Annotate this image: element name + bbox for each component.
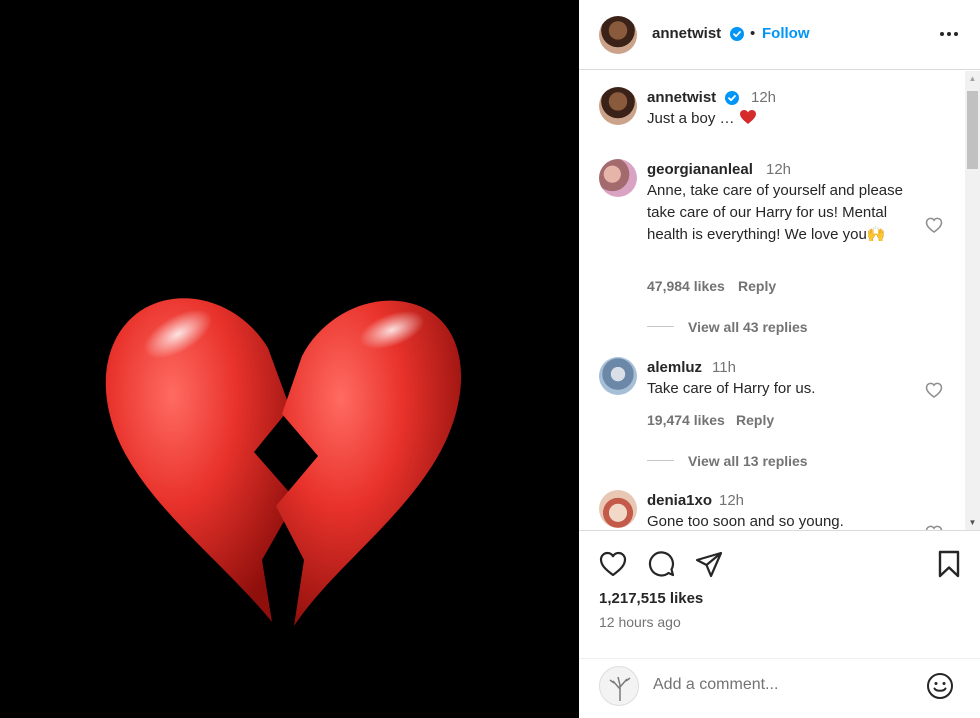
view-replies-button[interactable]: View all 43 replies (688, 319, 808, 335)
current-user-avatar (599, 666, 639, 706)
heart-outline-icon[interactable] (598, 549, 628, 579)
comments-list[interactable]: annetwist 12h Just a boy … georgiananlea… (579, 71, 965, 530)
red-heart-emoji (739, 110, 756, 124)
verified-badge-icon (725, 91, 739, 105)
scrollbar-thumb[interactable] (967, 91, 978, 169)
post-timestamp[interactable]: 12 hours ago (599, 614, 681, 630)
tree-sketch-icon (609, 676, 631, 701)
post-media[interactable] (0, 0, 579, 718)
separator-dot: • (750, 25, 756, 42)
caption-time[interactable]: 12h (751, 89, 776, 106)
comment-text: Anne, take care of yourself and please t… (647, 182, 903, 243)
avatar[interactable] (599, 16, 637, 54)
comment-username[interactable]: denia1xo (647, 492, 712, 509)
add-comment-bar (579, 658, 980, 718)
add-comment-input[interactable] (653, 676, 913, 694)
post-actions: 1,217,515 likes 12 hours ago (579, 530, 980, 658)
verified-badge-icon (730, 27, 744, 41)
smiley-face-icon[interactable] (925, 671, 955, 701)
caption-text: Just a boy … (647, 108, 757, 130)
paper-plane-icon[interactable] (694, 549, 724, 579)
avatar[interactable] (599, 87, 637, 125)
comment-likes[interactable]: 19,474 likes (647, 412, 725, 428)
post-likes-count[interactable]: 1,217,515 likes (599, 590, 703, 607)
replies-divider (647, 326, 674, 327)
comment-likes[interactable]: 47,984 likes (647, 278, 725, 294)
replies-divider (647, 460, 674, 461)
comments-scrollbar[interactable]: ▲ ▼ (965, 71, 980, 530)
bookmark-icon[interactable] (934, 549, 964, 579)
avatar[interactable] (599, 490, 637, 528)
reply-button[interactable]: Reply (736, 412, 774, 428)
comment-text: Take care of Harry for us. (647, 380, 816, 397)
avatar[interactable] (599, 159, 637, 197)
author-username[interactable]: annetwist (652, 25, 721, 42)
reply-button[interactable]: Reply (738, 278, 776, 294)
follow-button[interactable]: Follow (762, 25, 810, 42)
comment-username[interactable]: georgiananleal (647, 161, 753, 178)
comment-time[interactable]: 12h (719, 492, 744, 509)
comment-text: Gone too soon and so young. (647, 513, 844, 530)
post-detail-panel: annetwist • Follow annetwist 12h Just a … (579, 0, 980, 718)
post-header: annetwist • Follow (579, 0, 980, 70)
more-options-icon[interactable] (937, 24, 961, 44)
broken-heart-emoji (105, 298, 462, 626)
scroll-down-arrow-icon[interactable]: ▼ (965, 515, 980, 530)
comment-like-icon[interactable] (924, 523, 944, 530)
comment-like-icon[interactable] (924, 380, 944, 400)
avatar[interactable] (599, 357, 637, 395)
comment-time[interactable]: 12h (766, 161, 791, 178)
comment-username[interactable]: alemluz (647, 359, 702, 376)
comment-bubble-icon[interactable] (646, 549, 676, 579)
comment-like-icon[interactable] (924, 215, 944, 235)
view-replies-button[interactable]: View all 13 replies (688, 453, 808, 469)
scroll-up-arrow-icon[interactable]: ▲ (965, 71, 980, 86)
caption-username[interactable]: annetwist (647, 89, 716, 106)
comment-time[interactable]: 11h (712, 359, 736, 376)
